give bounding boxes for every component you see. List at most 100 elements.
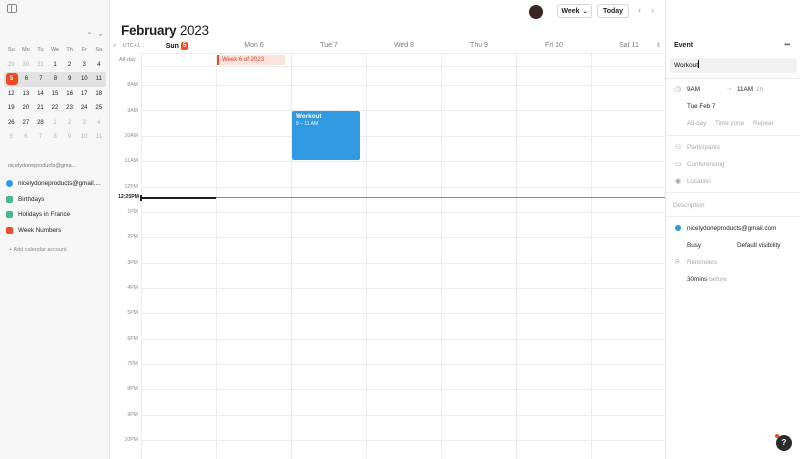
day-header-fri[interactable]: Fri 10 [539,42,569,49]
day-header-sat[interactable]: Sat 11 [614,42,644,49]
grid-line [141,110,665,111]
mini-week-row: 29 30 31 1 2 3 4 [4,58,106,73]
mini-day[interactable]: 5 [4,131,19,143]
mini-day[interactable]: 10 [77,131,92,143]
prev-week-icon[interactable]: ‹ [638,5,641,15]
mini-week-row: 19 20 21 22 23 24 25 [4,101,106,116]
mini-prev-month-icon[interactable]: ⌃ [86,31,93,40]
add-calendar-account-link[interactable]: + Add calendar account [9,247,67,253]
today-button[interactable]: Today [597,4,629,18]
mini-day[interactable]: 11 [91,131,106,143]
day-header-tue[interactable]: Tue 7 [314,42,344,49]
visibility-select[interactable]: Default visibility [737,242,780,249]
timezone-option[interactable]: Time zone [715,120,744,127]
mini-day[interactable]: 8 [48,73,62,85]
mini-day[interactable]: 11 [92,73,106,85]
view-select[interactable]: Week ⌄ [557,4,592,18]
calendar-item-primary[interactable]: nicelydoneproducts@gmail.... [6,176,106,192]
reminder-item[interactable]: 30mins before [687,276,727,283]
hour-label: 2PM [127,234,138,240]
event-date[interactable]: Tue Feb 7 [687,103,715,110]
current-time-line-today [142,197,216,199]
duration: 2h [756,86,764,93]
mini-day[interactable]: 25 [91,102,106,114]
reminders-label[interactable]: Reminders [687,259,717,266]
mini-day[interactable]: 13 [19,88,34,100]
mini-day[interactable]: 29 [4,59,19,71]
mini-day[interactable]: 24 [77,102,92,114]
calendar-item-birthdays[interactable]: Birthdays [6,192,106,208]
repeat-option[interactable]: Repeat [753,120,773,127]
next-week-icon[interactable]: › [651,5,654,15]
day-header-thu[interactable]: Thu 9 [464,42,494,49]
grid-line [141,161,665,162]
grid-column-line [591,53,592,459]
mini-day[interactable]: 19 [4,102,19,114]
availability-select[interactable]: Busy [687,242,701,249]
mini-day[interactable]: 18 [91,88,106,100]
grid-line [141,339,665,340]
mini-day[interactable]: 4 [91,59,106,71]
mini-day[interactable]: 31 [33,59,48,71]
mini-day[interactable]: 16 [62,88,77,100]
mini-day[interactable]: 9 [63,73,77,85]
mini-day[interactable]: 1 [48,117,63,129]
mini-day[interactable]: 21 [33,102,48,114]
allday-option[interactable]: All-day [687,120,706,127]
hour-label: 8AM [127,82,138,88]
hour-label: 4PM [127,285,138,291]
mini-day[interactable]: 2 [62,59,77,71]
participants-field[interactable]: Participants [687,144,720,151]
day-header-sun[interactable]: Sun 5 [162,42,192,50]
mini-day[interactable]: 6 [19,73,33,85]
calendar-item-holidays[interactable]: Holidays in France [6,207,106,223]
avatar[interactable] [529,5,543,19]
calendar-item-week-numbers[interactable]: Week Numbers [6,223,106,239]
calendar-color-icon [6,195,13,203]
timezone-label[interactable]: » UTC+1 [113,43,140,49]
mini-day[interactable]: 15 [48,88,63,100]
day-header-wed[interactable]: Wed 8 [389,42,419,49]
scroll-indicator-icon[interactable]: ⇕ [656,42,661,49]
grid-line [141,288,665,289]
mini-day[interactable]: 14 [33,88,48,100]
mini-day[interactable]: 22 [48,102,63,114]
event-calendar[interactable]: nicelydoneproducts@gmail.com [687,225,776,232]
mini-day[interactable]: 23 [62,102,77,114]
mini-day[interactable]: 6 [19,131,34,143]
mini-day[interactable]: 3 [77,117,92,129]
mini-day[interactable]: 17 [77,88,92,100]
location-field[interactable]: Location [687,178,711,185]
event-workout[interactable]: Workout 9 – 11 AM [292,111,360,160]
mini-day[interactable]: 26 [4,117,19,129]
event-title-input[interactable]: Workout [670,58,797,73]
mini-day[interactable]: 27 [19,117,34,129]
conferencing-field[interactable]: Conferencing [687,161,724,168]
mini-day-today[interactable]: 5 [5,73,18,86]
mini-day[interactable]: 20 [19,102,34,114]
mini-day[interactable]: 10 [77,73,91,85]
day-header-mon[interactable]: Mon 6 [239,42,269,49]
more-options-icon[interactable]: ••• [784,40,790,49]
week-grid[interactable] [141,53,665,459]
mini-day[interactable]: 7 [34,73,48,85]
view-select-label: Week [561,7,580,15]
event-details-panel: Event ••• Workout ◷ 9AM → 11AM 2h Tue Fe… [665,0,800,459]
mini-day[interactable]: 12 [4,88,19,100]
mini-next-month-icon[interactable]: ⌃ [97,28,104,37]
end-time[interactable]: 11AM [737,86,753,93]
calendar-color-icon[interactable] [675,225,681,231]
mini-day[interactable]: 30 [19,59,34,71]
start-time[interactable]: 9AM [687,86,700,93]
mini-day[interactable]: 9 [62,131,77,143]
mini-day[interactable]: 7 [33,131,48,143]
mini-day[interactable]: 4 [91,117,106,129]
grid-column-line [216,53,217,459]
mini-day[interactable]: 2 [62,117,77,129]
mini-day[interactable]: 3 [77,59,92,71]
description-field[interactable]: Description [673,202,705,209]
mini-day[interactable]: 8 [48,131,63,143]
mini-day[interactable]: 1 [48,59,63,71]
sidebar-toggle-icon[interactable] [7,4,17,13]
mini-day[interactable]: 28 [33,117,48,129]
